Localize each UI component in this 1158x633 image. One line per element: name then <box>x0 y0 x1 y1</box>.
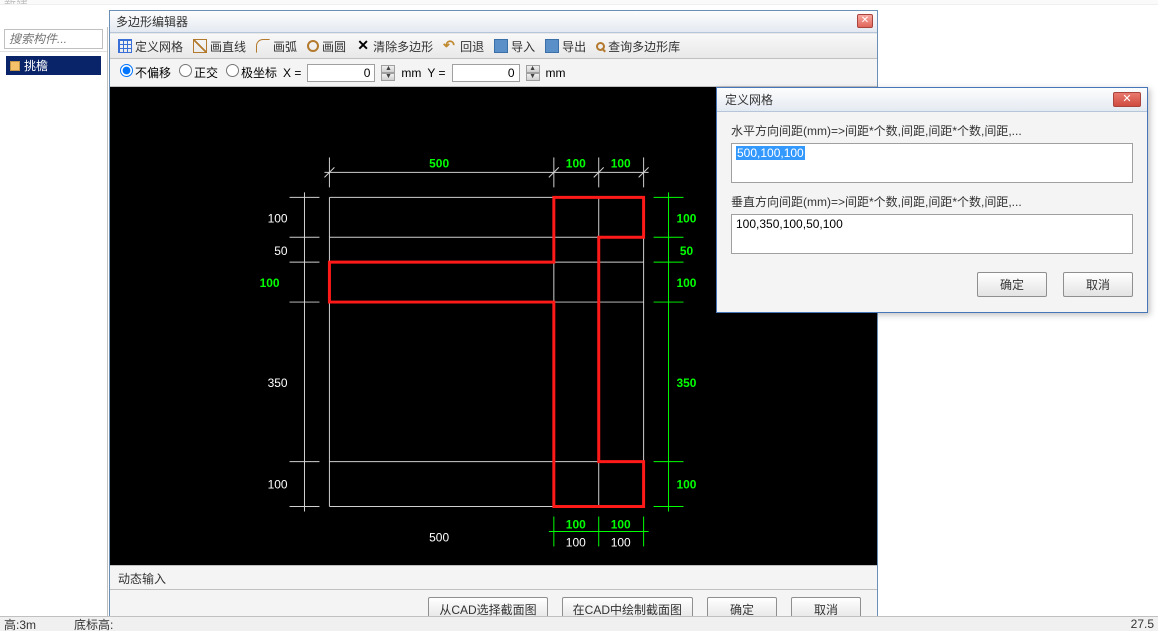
dynamic-input-label: 动态输入 <box>110 565 877 589</box>
export-button[interactable]: 导出 <box>541 36 590 57</box>
search-icon <box>596 42 605 51</box>
svg-text:100: 100 <box>677 211 697 225</box>
opt-ortho[interactable]: 正交 <box>177 64 218 81</box>
arc-icon <box>256 39 270 53</box>
editor-title-text: 多边形编辑器 <box>116 13 188 30</box>
grid-button[interactable]: 定义网格 <box>114 36 187 57</box>
svg-text:350: 350 <box>268 376 288 390</box>
svg-text:100: 100 <box>268 211 288 225</box>
svg-text:100: 100 <box>611 517 631 531</box>
line-icon <box>193 39 207 53</box>
close-icon[interactable]: ✕ <box>857 14 873 28</box>
status-right: 27.5 <box>1131 617 1154 631</box>
y-up[interactable]: ▲ <box>526 65 540 73</box>
y-label: Y = <box>427 66 445 80</box>
x-up[interactable]: ▲ <box>381 65 395 73</box>
clear-button[interactable]: ✕清除多边形 <box>352 36 437 57</box>
x-input[interactable] <box>307 64 375 82</box>
import-button[interactable]: 导入 <box>490 36 539 57</box>
opt-nooffset[interactable]: 不偏移 <box>118 64 171 81</box>
svg-text:100: 100 <box>611 156 631 170</box>
unit2: mm <box>546 66 566 80</box>
undo-icon: ↶ <box>443 39 457 53</box>
query-button[interactable]: 查询多边形库 <box>592 36 684 57</box>
opt-polar[interactable]: 极坐标 <box>224 64 277 81</box>
circle-button[interactable]: 画圆 <box>303 36 350 57</box>
app-top-toolbar: 新建 <box>0 0 1158 5</box>
left-panel: 挑檐 <box>0 27 108 617</box>
dialog-titlebar: 定义网格 ✕ <box>717 88 1147 112</box>
x-down[interactable]: ▼ <box>381 73 395 81</box>
h-spacing-input[interactable]: 500,100,100 <box>731 143 1133 183</box>
dialog-cancel-button[interactable]: 取消 <box>1063 272 1133 297</box>
new-button[interactable]: 新建 <box>4 0 28 5</box>
svg-text:100: 100 <box>566 535 586 549</box>
status-bar: 高:3m 底标高: 27.5 <box>0 616 1158 631</box>
svg-text:100: 100 <box>677 478 697 492</box>
svg-text:50: 50 <box>274 244 288 258</box>
y-down[interactable]: ▼ <box>526 73 540 81</box>
search-input[interactable] <box>4 29 103 49</box>
tree-item-label: 挑檐 <box>24 57 48 74</box>
status-height: 高:3m <box>4 616 36 633</box>
x-label: X = <box>283 66 301 80</box>
svg-text:50: 50 <box>680 244 694 258</box>
coord-bar: 不偏移 正交 极坐标 X = ▲▼ mm Y = ▲▼ mm <box>110 59 877 87</box>
circle-icon <box>307 40 319 52</box>
define-grid-dialog: 定义网格 ✕ 水平方向间距(mm)=>间距*个数,间距,间距*个数,间距,...… <box>716 87 1148 313</box>
v-spacing-label: 垂直方向间距(mm)=>间距*个数,间距,间距*个数,间距,... <box>731 193 1133 210</box>
undo-button[interactable]: ↶回退 <box>439 36 488 57</box>
svg-text:350: 350 <box>677 376 697 390</box>
svg-text:100: 100 <box>566 156 586 170</box>
arc-button[interactable]: 画弧 <box>252 36 301 57</box>
grid-icon <box>118 39 132 53</box>
v-spacing-input[interactable]: 100,350,100,50,100 <box>731 214 1133 254</box>
clear-icon: ✕ <box>356 39 370 53</box>
svg-text:100: 100 <box>260 276 280 290</box>
svg-text:500: 500 <box>429 530 449 544</box>
y-input[interactable] <box>452 64 520 82</box>
svg-text:100: 100 <box>268 478 288 492</box>
component-icon <box>10 61 20 71</box>
h-spacing-label: 水平方向间距(mm)=>间距*个数,间距,间距*个数,间距,... <box>731 122 1133 139</box>
unit1: mm <box>401 66 421 80</box>
tree-item-selected[interactable]: 挑檐 <box>6 56 101 75</box>
export-icon <box>545 39 559 53</box>
svg-text:500: 500 <box>429 156 449 170</box>
status-base: 底标高: <box>74 616 113 633</box>
editor-titlebar: 多边形编辑器 ✕ <box>110 11 877 33</box>
dialog-ok-button[interactable]: 确定 <box>977 272 1047 297</box>
import-icon <box>494 39 508 53</box>
line-button[interactable]: 画直线 <box>189 36 250 57</box>
svg-text:100: 100 <box>566 517 586 531</box>
dialog-close-icon[interactable]: ✕ <box>1113 92 1141 107</box>
svg-text:100: 100 <box>677 276 697 290</box>
editor-toolbar: 定义网格 画直线 画弧 画圆 ✕清除多边形 ↶回退 导入 导出 查询多边形库 <box>110 33 877 59</box>
svg-text:100: 100 <box>611 535 631 549</box>
dialog-title-text: 定义网格 <box>725 91 773 108</box>
